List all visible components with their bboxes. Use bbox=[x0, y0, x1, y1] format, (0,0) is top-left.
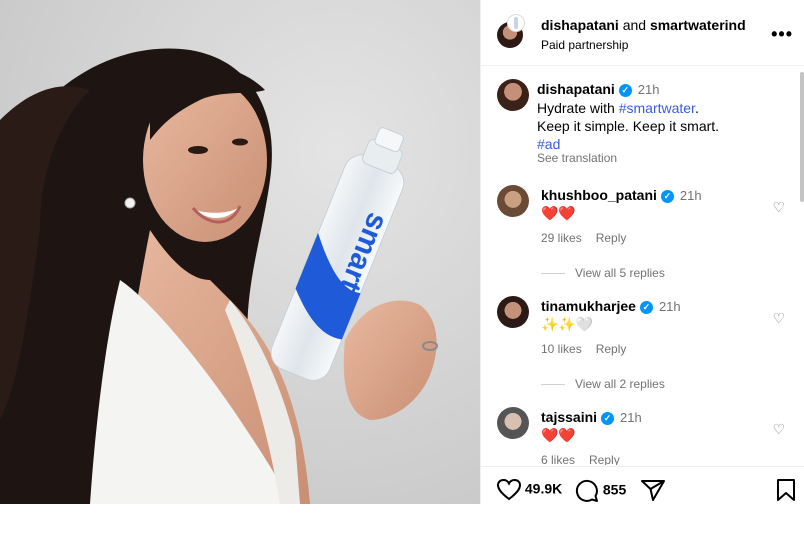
commenter-avatar[interactable] bbox=[497, 407, 529, 439]
caption-author-avatar[interactable] bbox=[497, 79, 529, 111]
commenter-username[interactable]: tajssaini bbox=[541, 409, 597, 425]
commenter-username-row: tajssaini ✓ 21h bbox=[541, 409, 642, 425]
post-header: dishapatani and smartwaterind Paid partn… bbox=[481, 0, 804, 66]
likes-count[interactable]: 49.9K bbox=[525, 481, 562, 497]
comments-scroll-area[interactable]: dishapatani ✓ 21h Hydrate with #smartwater… bbox=[481, 67, 804, 465]
like-comment-heart-icon[interactable]: ♡ bbox=[772, 421, 785, 438]
share-action[interactable] bbox=[641, 479, 665, 501]
model-with-bottle-illustration: smart bbox=[0, 0, 480, 504]
more-options-icon[interactable]: ••• bbox=[771, 24, 793, 45]
bottle-logo-icon bbox=[514, 17, 518, 29]
view-replies-button[interactable]: View all 5 replies bbox=[541, 266, 665, 280]
reply-button[interactable]: Reply bbox=[596, 342, 627, 356]
comment-meta: 29 likes Reply bbox=[541, 231, 640, 245]
save-action[interactable] bbox=[777, 479, 795, 501]
like-comment-heart-icon[interactable]: ♡ bbox=[772, 199, 785, 216]
reply-button[interactable]: Reply bbox=[589, 453, 620, 465]
bookmark-icon[interactable] bbox=[777, 479, 795, 501]
comment-text: ❤️❤️ bbox=[541, 205, 576, 221]
hashtag-smartwater[interactable]: #smartwater bbox=[619, 100, 695, 116]
commenter-username[interactable]: khushboo_patani bbox=[541, 187, 657, 203]
comment-text: ❤️❤️ bbox=[541, 427, 576, 443]
view-replies-button[interactable]: View all 2 replies bbox=[541, 377, 665, 391]
share-paper-plane-icon[interactable] bbox=[641, 479, 665, 501]
comment-likes[interactable]: 10 likes bbox=[541, 342, 582, 356]
comment-time[interactable]: 21h bbox=[659, 299, 681, 314]
commenter-avatar[interactable] bbox=[497, 296, 529, 328]
and-text: and bbox=[622, 17, 647, 33]
comment-likes[interactable]: 29 likes bbox=[541, 231, 582, 245]
caption-text: Hydrate with #smartwater. Keep it simple… bbox=[537, 99, 719, 153]
verified-badge-icon: ✓ bbox=[639, 301, 653, 314]
author-username[interactable]: dishapatani bbox=[541, 17, 619, 33]
verified-badge-icon: ✓ bbox=[618, 84, 632, 97]
caption-time[interactable]: 21h bbox=[638, 82, 660, 97]
comment-time[interactable]: 21h bbox=[620, 410, 642, 425]
comment-text: ✨✨🤍 bbox=[541, 316, 594, 332]
comment-action[interactable]: 855 bbox=[575, 479, 626, 503]
collaborator-username[interactable]: smartwaterind bbox=[650, 17, 746, 33]
caption-line1-prefix: Hydrate with bbox=[537, 100, 619, 116]
commenter-username-row: khushboo_patani ✓ 21h bbox=[541, 187, 702, 203]
paid-partnership-label[interactable]: Paid partnership bbox=[541, 38, 628, 52]
verified-badge-icon: ✓ bbox=[660, 190, 674, 203]
verified-badge-icon: ✓ bbox=[601, 412, 615, 425]
reply-button[interactable]: Reply bbox=[596, 231, 627, 245]
commenter-username-row: tinamukharjee ✓ 21h bbox=[541, 298, 681, 314]
caption-username[interactable]: dishapatani bbox=[537, 81, 615, 97]
comments-count[interactable]: 855 bbox=[603, 482, 626, 498]
post-actions-bar: 49.9K 855 bbox=[481, 466, 804, 504]
like-action[interactable]: 49.9K bbox=[497, 479, 562, 501]
commenter-avatar[interactable] bbox=[497, 185, 529, 217]
comment-meta: 6 likes Reply bbox=[541, 453, 634, 465]
comment-bubble-icon[interactable] bbox=[575, 479, 599, 503]
comment-time[interactable]: 21h bbox=[680, 188, 702, 203]
header-usernames: dishapatani and smartwaterind bbox=[541, 17, 746, 33]
like-comment-heart-icon[interactable]: ♡ bbox=[772, 310, 785, 327]
comment-likes[interactable]: 6 likes bbox=[541, 453, 575, 465]
post-sidebar: dishapatani and smartwaterind Paid partn… bbox=[480, 0, 804, 504]
collaborator-avatar[interactable] bbox=[507, 14, 525, 32]
scrollbar-thumb[interactable] bbox=[800, 72, 804, 202]
see-translation-link[interactable]: See translation bbox=[537, 151, 617, 165]
comment-meta: 10 likes Reply bbox=[541, 342, 640, 356]
caption-line1-suffix: . bbox=[694, 100, 699, 116]
caption-line2: Keep it simple. Keep it smart. bbox=[537, 118, 720, 134]
caption-username-row: dishapatani ✓ 21h bbox=[537, 81, 660, 97]
post-image[interactable]: smart bbox=[0, 0, 480, 504]
commenter-username[interactable]: tinamukharjee bbox=[541, 298, 636, 314]
heart-icon[interactable] bbox=[497, 479, 521, 501]
